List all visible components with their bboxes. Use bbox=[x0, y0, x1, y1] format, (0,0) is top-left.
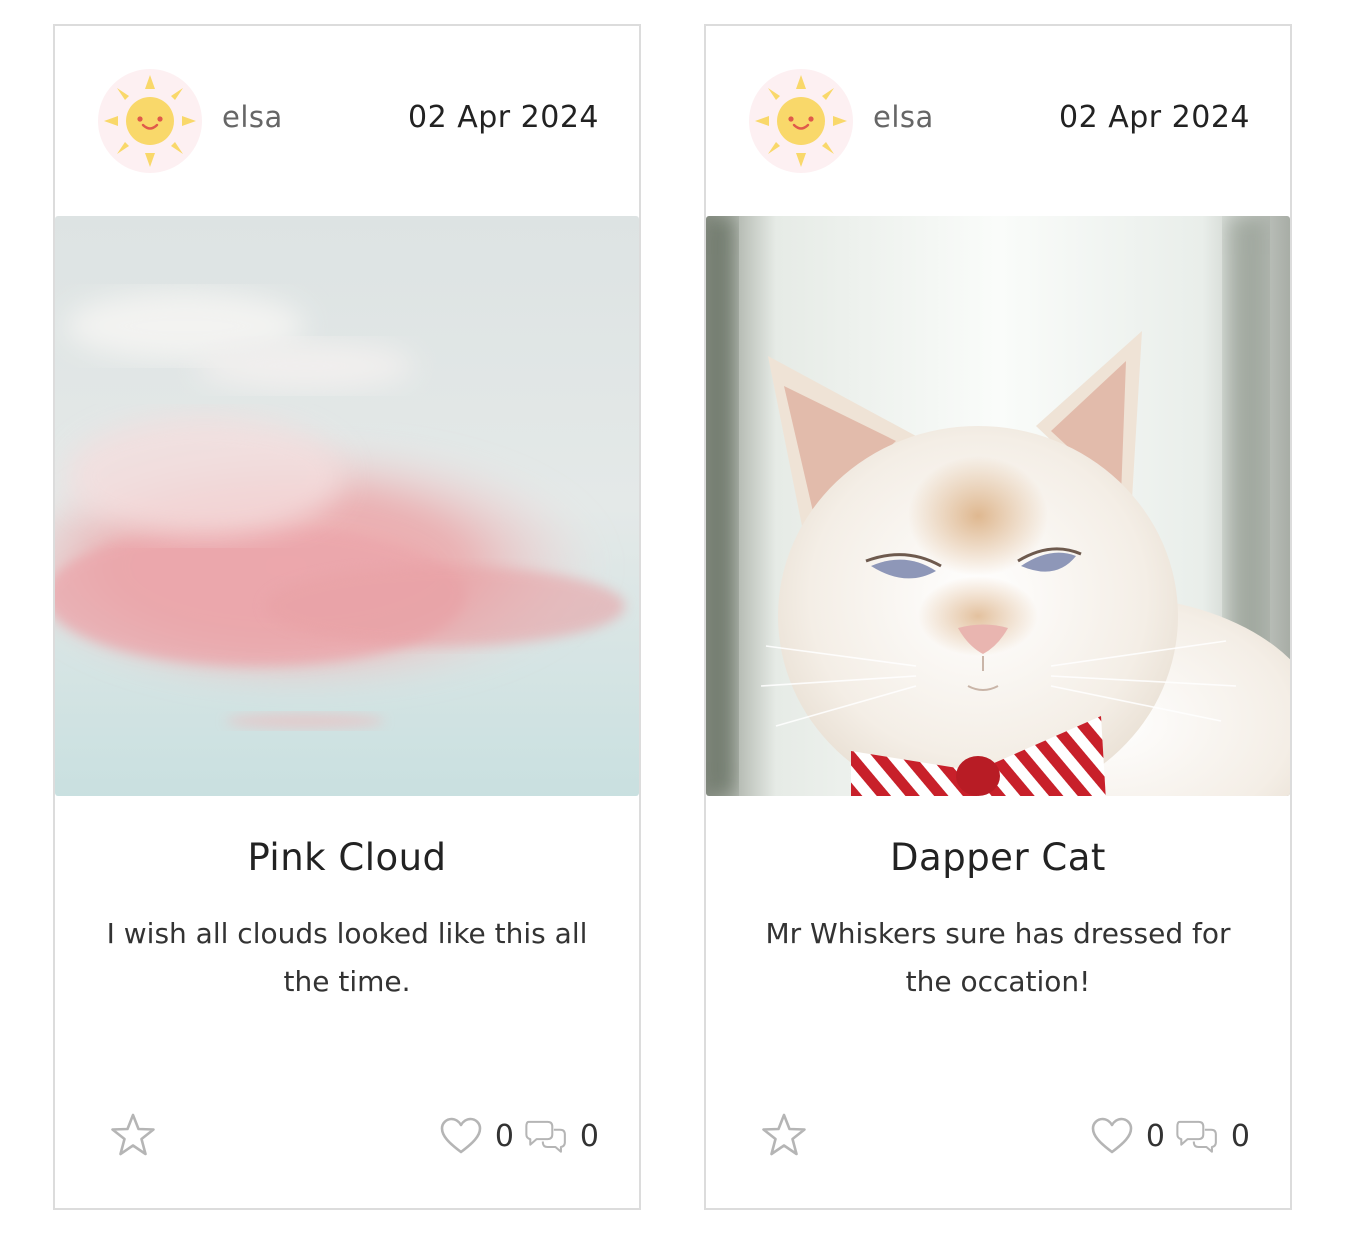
post-footer: 0 0 bbox=[55, 1106, 639, 1166]
post-title: Dapper Cat bbox=[890, 836, 1106, 879]
comment-count: 0 bbox=[1230, 1118, 1250, 1154]
post-stats: 0 0 bbox=[439, 1114, 599, 1158]
white-cat-bow-tie-photo bbox=[706, 216, 1290, 796]
star-outline-icon[interactable] bbox=[761, 1112, 807, 1158]
post-image[interactable] bbox=[55, 216, 639, 796]
heart-outline-icon[interactable] bbox=[439, 1116, 483, 1156]
author-name[interactable]: elsa bbox=[222, 100, 283, 134]
like-count: 0 bbox=[494, 1118, 514, 1154]
post-feed: elsa 02 Apr 2024 Pink Cloud I wish all c… bbox=[0, 0, 1350, 1234]
post-description: Mr Whiskers sure has dressed for the occ… bbox=[765, 917, 1231, 998]
heart-outline-icon[interactable] bbox=[1090, 1116, 1134, 1156]
post-date: 02 Apr 2024 bbox=[1059, 100, 1250, 135]
pink-cloud-photo bbox=[55, 216, 639, 796]
post-date: 02 Apr 2024 bbox=[408, 100, 599, 135]
post-title: Pink Cloud bbox=[247, 836, 447, 879]
star-outline-icon[interactable] bbox=[110, 1112, 156, 1158]
post-stats: 0 0 bbox=[1090, 1114, 1250, 1158]
sun-face-icon bbox=[755, 75, 847, 167]
comment-count: 0 bbox=[579, 1118, 599, 1154]
author-name[interactable]: elsa bbox=[873, 100, 934, 134]
post-card[interactable]: elsa 02 Apr 2024 bbox=[704, 24, 1292, 1210]
like-count: 0 bbox=[1145, 1118, 1165, 1154]
post-header: elsa 02 Apr 2024 bbox=[706, 26, 1290, 216]
post-image[interactable] bbox=[706, 216, 1290, 796]
chat-bubbles-icon[interactable] bbox=[524, 1116, 568, 1156]
chat-bubbles-icon[interactable] bbox=[1175, 1116, 1219, 1156]
post-card[interactable]: elsa 02 Apr 2024 bbox=[53, 24, 641, 1210]
post-description: I wish all clouds looked like this all t… bbox=[106, 917, 588, 998]
post-footer: 0 0 bbox=[706, 1106, 1290, 1166]
avatar[interactable] bbox=[98, 69, 202, 173]
sun-face-icon bbox=[104, 75, 196, 167]
post-header: elsa 02 Apr 2024 bbox=[55, 26, 639, 216]
avatar[interactable] bbox=[749, 69, 853, 173]
